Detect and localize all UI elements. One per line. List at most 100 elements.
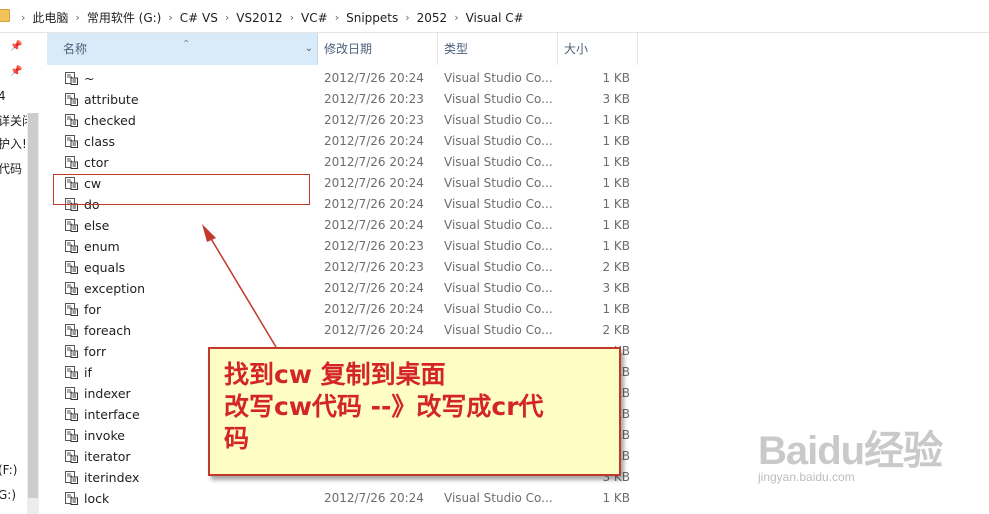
callout-line-1: 找到cw 复制到桌面 bbox=[224, 360, 446, 389]
breadcrumb-item[interactable]: VC# bbox=[301, 11, 328, 25]
snippet-file-icon bbox=[65, 366, 78, 379]
nav-scrollbar-thumb[interactable] bbox=[28, 113, 38, 498]
file-row[interactable]: checked 2012/7/26 20:23 Visual Studio Co..… bbox=[47, 110, 989, 131]
breadcrumb-separator-icon[interactable]: › bbox=[21, 11, 25, 24]
file-date: 2012/7/26 20:23 bbox=[324, 113, 424, 127]
address-bar[interactable]: › 此电脑 › 常用软件 (G:) › C# VS › VS2012 › VC# › Snippets… bbox=[0, 0, 989, 33]
file-name: exception bbox=[84, 281, 146, 296]
breadcrumb-item[interactable]: Snippets bbox=[346, 11, 398, 25]
pin-icon[interactable]: 📌 bbox=[10, 66, 22, 77]
snippet-file-icon bbox=[65, 450, 78, 463]
snippet-file-icon bbox=[65, 492, 78, 505]
breadcrumb-item[interactable]: Visual C# bbox=[466, 11, 524, 25]
snippet-file-icon bbox=[65, 387, 78, 400]
snippet-file-icon bbox=[65, 261, 78, 274]
watermark-logo: Baidu经验 bbox=[758, 429, 943, 473]
file-row[interactable]: class 2012/7/26 20:24 Visual Studio Co... 1… bbox=[47, 131, 989, 152]
breadcrumb-separator-icon[interactable]: › bbox=[405, 11, 409, 24]
file-date: 2012/7/26 20:24 bbox=[324, 71, 424, 85]
file-row[interactable]: exception 2012/7/26 20:24 Visual Studio Co… bbox=[47, 278, 989, 299]
nav-item[interactable]: 代码 bbox=[0, 160, 22, 177]
file-date: 2012/7/26 20:24 bbox=[324, 197, 424, 211]
file-row[interactable]: ~2012/7/26 20:24 Visual Studio Co... 1 KB bbox=[47, 68, 989, 89]
file-size: 1 KB bbox=[602, 71, 630, 85]
file-name: indexer bbox=[84, 386, 131, 401]
pin-icon[interactable]: 📌 bbox=[10, 41, 22, 52]
file-date: 2012/7/26 20:24 bbox=[324, 281, 424, 295]
file-type: Visual Studio Co... bbox=[444, 239, 552, 253]
nav-drive-f[interactable]: (F:) bbox=[0, 463, 17, 477]
baidu-watermark: Baidu经验 jingyan.baidu.com bbox=[758, 418, 943, 484]
chevron-down-icon[interactable]: ⌄ bbox=[305, 33, 313, 65]
column-header-date-label: 修改日期 bbox=[324, 42, 373, 56]
breadcrumb-item[interactable]: 常用软件 (G:) bbox=[87, 9, 162, 26]
breadcrumb-item[interactable]: C# VS bbox=[180, 11, 218, 25]
file-date: 2012/7/26 20:23 bbox=[324, 92, 424, 106]
file-size: 1 KB bbox=[602, 197, 630, 211]
file-type: Visual Studio Co... bbox=[444, 281, 552, 295]
column-header-date[interactable]: 修改日期 bbox=[318, 33, 438, 65]
file-type: Visual Studio Co... bbox=[444, 323, 552, 337]
file-name: else bbox=[84, 218, 110, 233]
watermark-url: jingyan.baidu.com bbox=[758, 470, 855, 484]
callout-line-3: 码 bbox=[224, 424, 250, 453]
file-name: class bbox=[84, 134, 116, 149]
file-type: Visual Studio Co... bbox=[444, 176, 552, 190]
breadcrumb-separator-icon[interactable]: › bbox=[75, 11, 79, 24]
file-date: 2012/7/26 20:24 bbox=[324, 176, 424, 190]
file-name: interface bbox=[84, 407, 140, 422]
file-row[interactable]: equals 2012/7/26 20:23 Visual Studio Co...… bbox=[47, 257, 989, 278]
file-date: 2012/7/26 20:24 bbox=[324, 323, 424, 337]
breadcrumb-item[interactable]: 2052 bbox=[417, 11, 448, 25]
file-date: 2012/7/26 20:23 bbox=[324, 239, 424, 253]
file-name: lock bbox=[84, 491, 110, 506]
breadcrumb-separator-icon[interactable]: › bbox=[290, 11, 294, 24]
file-row[interactable]: attribute 2012/7/26 20:23 Visual Studio Co… bbox=[47, 89, 989, 110]
file-type: Visual Studio Co... bbox=[444, 113, 552, 127]
snippet-file-icon bbox=[65, 282, 78, 295]
file-date: 2012/7/26 20:24 bbox=[324, 491, 424, 505]
column-header-type[interactable]: 类型 bbox=[438, 33, 558, 65]
file-date: 2012/7/26 20:24 bbox=[324, 134, 424, 148]
file-date: 2012/7/26 20:24 bbox=[324, 218, 424, 232]
breadcrumb: › 此电脑 › 常用软件 (G:) › C# VS › VS2012 › VC# › Snippets… bbox=[14, 9, 524, 26]
file-date: 2012/7/26 20:24 bbox=[324, 302, 424, 316]
breadcrumb-item[interactable]: 此电脑 bbox=[32, 9, 68, 26]
column-header-type-label: 类型 bbox=[444, 42, 469, 56]
file-size: 1 KB bbox=[602, 302, 630, 316]
nav-drive-g[interactable]: G:) bbox=[0, 488, 16, 502]
file-row[interactable]: enum 2012/7/26 20:23 Visual Studio Co... 1 … bbox=[47, 236, 989, 257]
file-size: 1 KB bbox=[602, 239, 630, 253]
file-row[interactable]: for 2012/7/26 20:24 Visual Studio Co... 1 K… bbox=[47, 299, 989, 320]
file-name: for bbox=[84, 302, 102, 317]
folder-icon bbox=[0, 9, 10, 22]
breadcrumb-separator-icon[interactable]: › bbox=[335, 11, 339, 24]
breadcrumb-separator-icon[interactable]: › bbox=[225, 11, 229, 24]
column-header-name[interactable]: 名称 ⌃ ⌄ bbox=[47, 33, 318, 65]
file-date: 2012/7/26 20:23 bbox=[324, 260, 424, 274]
file-name: iterator bbox=[84, 449, 131, 464]
file-name: equals bbox=[84, 260, 126, 275]
callout-line-2: 改写cw代码 --》改写成cr代 bbox=[224, 392, 544, 421]
breadcrumb-item[interactable]: VS2012 bbox=[236, 11, 282, 25]
breadcrumb-separator-icon[interactable]: › bbox=[168, 11, 172, 24]
column-header-bar: 名称 ⌃ ⌄ 修改日期 类型 大小 bbox=[47, 33, 989, 65]
snippet-file-icon bbox=[65, 156, 78, 169]
column-header-size[interactable]: 大小 bbox=[558, 33, 638, 65]
file-size: 3 KB bbox=[602, 281, 630, 295]
file-name: if bbox=[84, 365, 92, 380]
file-row[interactable]: lock 2012/7/26 20:24 Visual Studio Co... 1 … bbox=[47, 488, 989, 509]
file-name: invoke bbox=[84, 428, 125, 443]
file-name: attribute bbox=[84, 92, 139, 107]
file-row[interactable]: foreach 2012/7/26 20:24 Visual Studio Co..… bbox=[47, 320, 989, 341]
file-row[interactable]: ctor 2012/7/26 20:24 Visual Studio Co... 1 … bbox=[47, 152, 989, 173]
annotation-callout: 找到cw 复制到桌面 改写cw代码 --》改写成cr代 码 bbox=[208, 347, 621, 476]
nav-item[interactable]: 护入! bbox=[0, 135, 27, 152]
file-type: Visual Studio Co... bbox=[444, 92, 552, 106]
nav-item[interactable]: 4 bbox=[0, 89, 6, 103]
file-row[interactable]: else 2012/7/26 20:24 Visual Studio Co... 1 … bbox=[47, 215, 989, 236]
file-name: forr bbox=[84, 344, 107, 359]
breadcrumb-separator-icon[interactable]: › bbox=[454, 11, 458, 24]
column-header-size-label: 大小 bbox=[564, 42, 589, 56]
file-name: ~ bbox=[84, 71, 95, 86]
